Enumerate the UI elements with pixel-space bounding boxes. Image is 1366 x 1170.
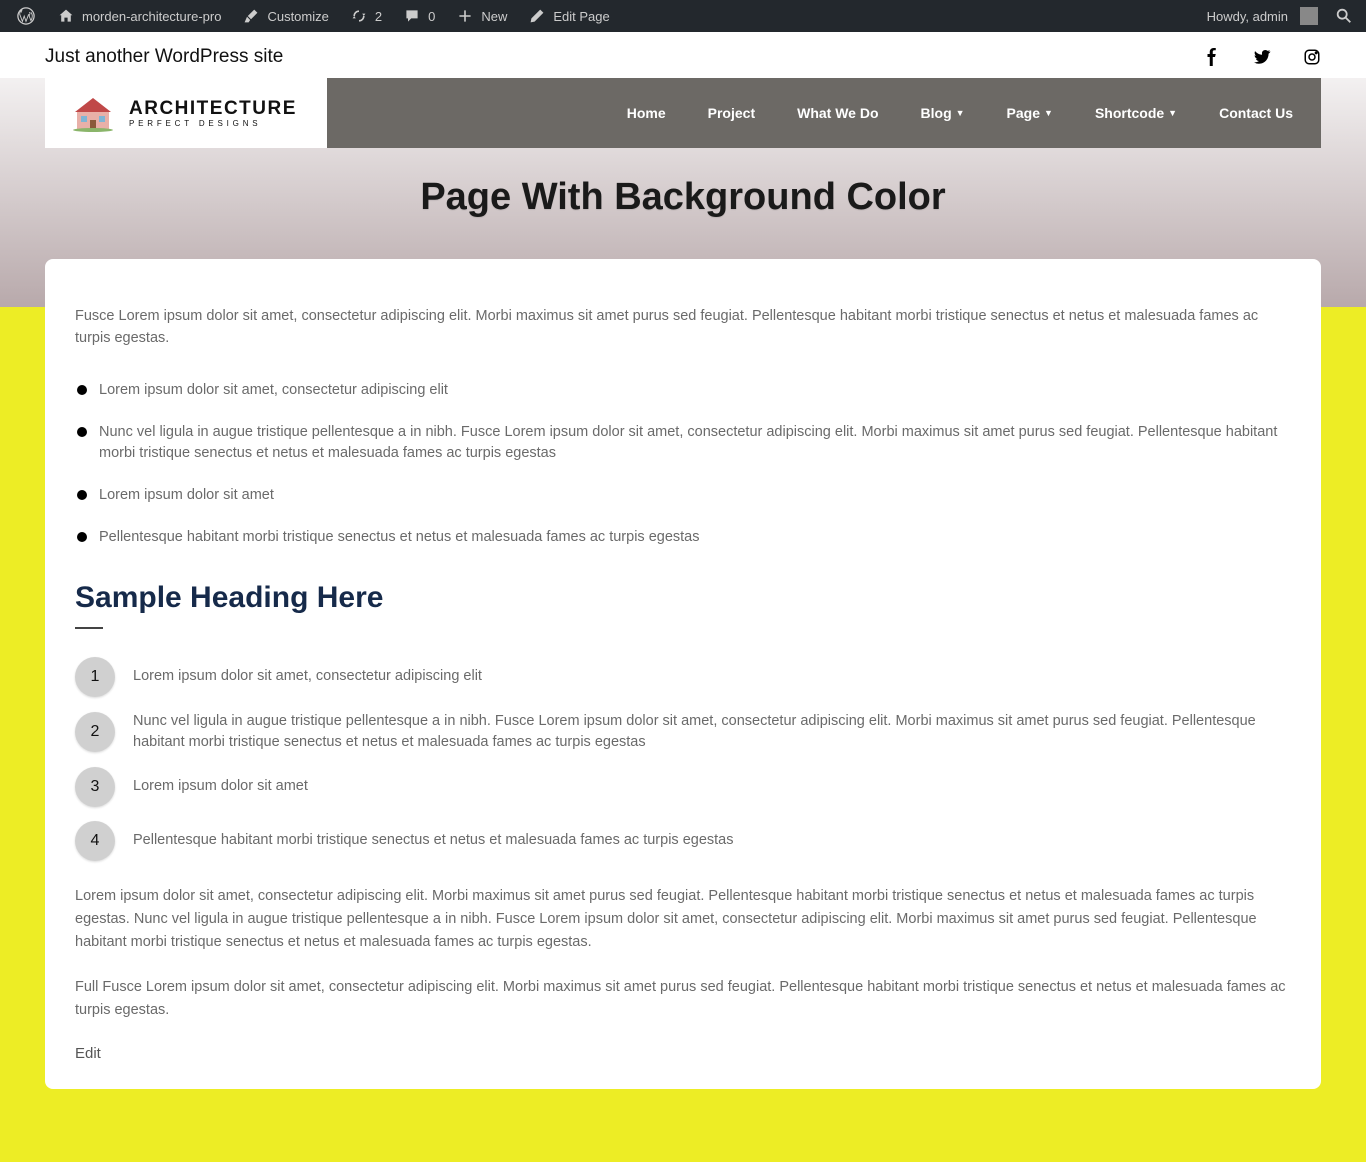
nav-project-label: Project	[708, 105, 755, 121]
list-item-text: Lorem ipsum dolor sit amet, consectetur …	[133, 666, 1291, 687]
nav-blog-label: Blog	[921, 105, 952, 121]
list-item: 4 Pellentesque habitant morbi tristique …	[75, 821, 1291, 861]
chevron-down-icon: ▼	[1168, 108, 1177, 118]
wp-admin-bar: morden-architecture-pro Customize 2 0 Ne…	[0, 0, 1366, 32]
list-item: Pellentesque habitant morbi tristique se…	[75, 527, 1291, 549]
social-links	[1203, 48, 1321, 66]
intro-paragraph: Fusce Lorem ipsum dolor sit amet, consec…	[75, 305, 1291, 350]
nav-page-label: Page	[1007, 105, 1040, 121]
logo-title: ARCHITECTURE	[129, 99, 297, 118]
number-badge: 2	[75, 712, 115, 752]
twitter-icon[interactable]	[1253, 48, 1271, 66]
comments-item[interactable]: 0	[394, 0, 443, 32]
new-item[interactable]: New	[447, 0, 515, 32]
plus-icon	[455, 6, 475, 26]
bullet-list: Lorem ipsum dolor sit amet, consectetur …	[75, 380, 1291, 549]
site-logo[interactable]: ARCHITECTURE PERFECT DESIGNS	[45, 78, 327, 148]
list-item: 3 Lorem ipsum dolor sit amet	[75, 767, 1291, 807]
edit-link[interactable]: Edit	[75, 1045, 101, 1062]
nav-wwd-label: What We Do	[797, 105, 878, 121]
list-item-text: Pellentesque habitant morbi tristique se…	[133, 830, 1291, 851]
avatar-icon	[1300, 7, 1318, 25]
update-icon	[349, 6, 369, 26]
nav-home-label: Home	[627, 105, 666, 121]
number-badge: 4	[75, 821, 115, 861]
nav-home[interactable]: Home	[627, 105, 666, 121]
nav-blog[interactable]: Blog ▼	[921, 105, 965, 121]
body-paragraph: Lorem ipsum dolor sit amet, consectetur …	[75, 885, 1291, 955]
header-strip: Just another WordPress site	[0, 32, 1366, 78]
list-item: 1 Lorem ipsum dolor sit amet, consectetu…	[75, 657, 1291, 697]
nav-contact[interactable]: Contact Us	[1219, 105, 1293, 121]
search-icon	[1334, 6, 1354, 26]
nav-shortcode-label: Shortcode	[1095, 105, 1164, 121]
nav-contact-label: Contact Us	[1219, 105, 1293, 121]
comments-count: 0	[428, 9, 435, 24]
chevron-down-icon: ▼	[1044, 108, 1053, 118]
logo-icon	[71, 94, 115, 132]
list-item: 2 Nunc vel ligula in augue tristique pel…	[75, 711, 1291, 753]
new-label: New	[481, 9, 507, 24]
customize-label: Customize	[267, 9, 328, 24]
updates-item[interactable]: 2	[341, 0, 390, 32]
howdy-label: Howdy, admin	[1207, 9, 1288, 24]
logo-subtitle: PERFECT DESIGNS	[129, 120, 297, 128]
nav-what-we-do[interactable]: What We Do	[797, 105, 878, 121]
page-title-wrap: Page With Background Color	[0, 148, 1366, 259]
section-heading: Sample Heading Here	[75, 581, 1291, 615]
nav-shortcode[interactable]: Shortcode ▼	[1095, 105, 1177, 121]
brush-icon	[241, 6, 261, 26]
list-item-text: Lorem ipsum dolor sit amet, consectetur …	[99, 380, 448, 402]
instagram-icon[interactable]	[1303, 48, 1321, 66]
pencil-icon	[527, 6, 547, 26]
chevron-down-icon: ▼	[956, 108, 965, 118]
list-item: Lorem ipsum dolor sit amet	[75, 485, 1291, 507]
number-badge: 3	[75, 767, 115, 807]
edit-page-label: Edit Page	[553, 9, 609, 24]
body-paragraph: Full Fusce Lorem ipsum dolor sit amet, c…	[75, 976, 1291, 1022]
site-tagline: Just another WordPress site	[45, 46, 283, 68]
site-name-item[interactable]: morden-architecture-pro	[48, 0, 229, 32]
nav-menu: Home Project What We Do Blog ▼ Page ▼ Shor…	[327, 78, 1321, 148]
comment-icon	[402, 6, 422, 26]
nav-project[interactable]: Project	[708, 105, 755, 121]
list-item-text: Lorem ipsum dolor sit amet	[99, 485, 274, 507]
page-title: Page With Background Color	[0, 176, 1366, 219]
main-nav: ARCHITECTURE PERFECT DESIGNS Home Projec…	[0, 78, 1366, 148]
content-card: Fusce Lorem ipsum dolor sit amet, consec…	[45, 259, 1321, 1089]
list-item-text: Nunc vel ligula in augue tristique pelle…	[133, 711, 1291, 753]
number-badge: 1	[75, 657, 115, 697]
home-icon	[56, 6, 76, 26]
heading-underline	[75, 627, 103, 629]
nav-page[interactable]: Page ▼	[1007, 105, 1053, 121]
list-item-text: Lorem ipsum dolor sit amet	[133, 776, 1291, 797]
list-item: Nunc vel ligula in augue tristique pelle…	[75, 422, 1291, 466]
list-item-text: Nunc vel ligula in augue tristique pelle…	[99, 422, 1291, 466]
edit-page-item[interactable]: Edit Page	[519, 0, 617, 32]
howdy-item[interactable]: Howdy, admin	[1199, 0, 1326, 32]
wp-logo-item[interactable]	[8, 0, 44, 32]
wordpress-icon	[16, 6, 36, 26]
site-name-label: morden-architecture-pro	[82, 9, 221, 24]
facebook-icon[interactable]	[1203, 48, 1221, 66]
search-item[interactable]	[1330, 0, 1358, 32]
list-item: Lorem ipsum dolor sit amet, consectetur …	[75, 380, 1291, 402]
updates-count: 2	[375, 9, 382, 24]
list-item-text: Pellentesque habitant morbi tristique se…	[99, 527, 699, 549]
numbered-list: 1 Lorem ipsum dolor sit amet, consectetu…	[75, 657, 1291, 861]
customize-item[interactable]: Customize	[233, 0, 336, 32]
